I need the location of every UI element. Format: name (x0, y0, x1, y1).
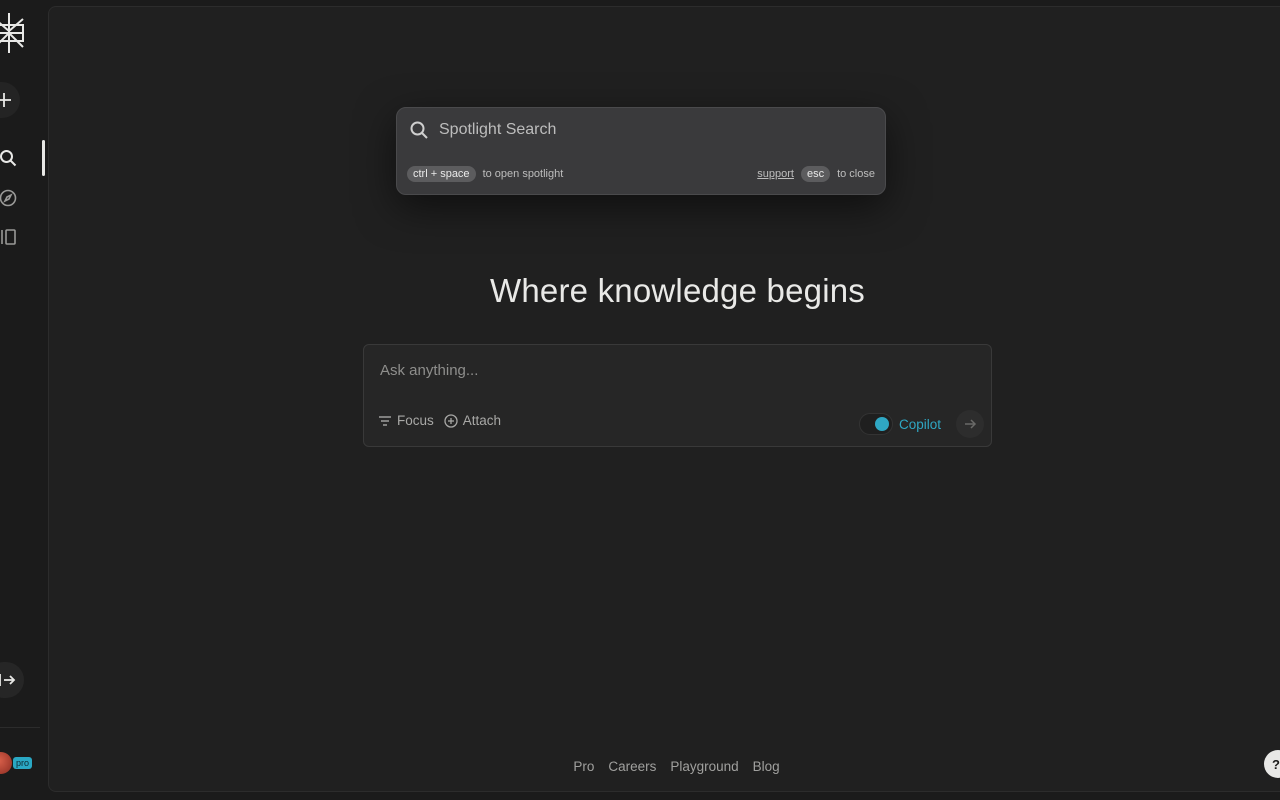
sidebar-divider (0, 727, 40, 728)
footer-link-playground[interactable]: Playground (670, 759, 738, 774)
new-thread-button[interactable] (0, 82, 20, 118)
focus-button[interactable]: Focus (378, 413, 434, 428)
support-link[interactable]: support (757, 168, 794, 180)
sidebar-item-library[interactable] (0, 225, 20, 249)
expand-arrow-icon (0, 674, 16, 686)
plus-icon (0, 93, 11, 107)
plus-circle-icon (444, 413, 458, 428)
search-icon (0, 150, 17, 167)
arrow-right-icon (965, 419, 977, 429)
search-icon (409, 120, 429, 140)
close-shortcut-key[interactable]: esc (800, 166, 831, 182)
filter-icon (379, 415, 391, 426)
spotlight-search-input[interactable] (437, 118, 867, 142)
spotlight-footer: ctrl + space to open spotlight support e… (407, 165, 875, 183)
copilot-switch-knob (875, 417, 889, 431)
attach-label: Attach (462, 413, 502, 428)
compass-icon (0, 189, 17, 207)
open-shortcut-hint: to open spotlight (482, 168, 564, 180)
footer-link-careers[interactable]: Careers (608, 759, 656, 774)
copilot-toggle[interactable]: Copilot (859, 413, 941, 435)
attach-button[interactable]: Attach (444, 413, 501, 428)
footer-link-pro[interactable]: Pro (573, 759, 594, 774)
sidebar-item-discover[interactable] (0, 186, 20, 210)
sidebar-active-indicator (42, 140, 45, 176)
spotlight-search-panel: ctrl + space to open spotlight support e… (396, 107, 886, 195)
close-shortcut-hint: to close (837, 168, 875, 180)
ask-box: Focus Attach Copilot (363, 344, 992, 447)
sidebar-item-home[interactable] (0, 146, 20, 170)
footer-link-blog[interactable]: Blog (753, 759, 780, 774)
footer-links: Pro Careers Playground Blog (0, 759, 1280, 774)
copilot-switch[interactable] (859, 413, 893, 435)
perplexity-logo-icon[interactable] (0, 10, 26, 56)
page-headline: Where knowledge begins (490, 272, 865, 309)
submit-button[interactable] (956, 410, 984, 438)
sidebar: pro (0, 0, 48, 800)
focus-label: Focus (397, 413, 434, 428)
ask-tools: Focus Attach (378, 413, 501, 428)
copilot-label: Copilot (899, 416, 942, 432)
open-shortcut-key: ctrl + space (407, 166, 476, 182)
ask-input[interactable] (378, 359, 968, 381)
library-icon (1, 229, 16, 245)
expand-sidebar-button[interactable] (0, 662, 24, 698)
